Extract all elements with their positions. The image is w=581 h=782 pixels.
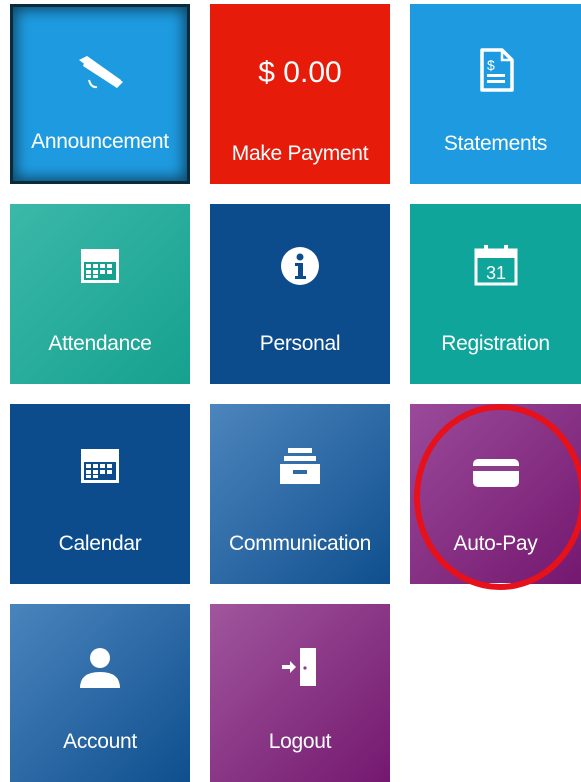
make-payment-tile[interactable]: $ 0.00 Make Payment <box>210 4 390 184</box>
attendance-label: Attendance <box>48 332 152 355</box>
auto-pay-label: Auto-Pay <box>453 532 538 555</box>
make-payment-label: Make Payment <box>231 142 369 165</box>
calendar-31-icon: 31 <box>410 244 581 286</box>
registration-label: Registration <box>441 332 550 355</box>
communication-tile[interactable]: Communication <box>210 404 390 584</box>
credit-card-icon <box>410 458 581 488</box>
personal-label: Personal <box>259 332 341 355</box>
svg-text:31: 31 <box>485 263 505 283</box>
personal-tile[interactable]: Personal <box>210 204 390 384</box>
inbox-tray-icon <box>210 446 390 486</box>
megaphone-icon <box>10 54 190 94</box>
announcement-tile[interactable]: Announcement <box>10 4 190 184</box>
attendance-tile[interactable]: Attendance <box>10 204 190 384</box>
calendar-grid-icon <box>10 248 190 284</box>
door-exit-icon <box>210 646 390 688</box>
logout-label: Logout <box>268 730 332 753</box>
svg-text:$: $ <box>487 57 495 73</box>
account-tile[interactable]: Account <box>10 604 190 782</box>
logout-tile[interactable]: Logout <box>210 604 390 782</box>
calendar-label: Calendar <box>58 532 142 555</box>
announcement-label: Announcement <box>31 130 169 153</box>
info-icon <box>210 246 390 286</box>
calendar-tile[interactable]: Calendar <box>10 404 190 584</box>
communication-label: Communication <box>229 532 371 555</box>
account-label: Account <box>63 730 137 753</box>
user-icon <box>10 646 190 690</box>
statements-label: Statements <box>443 132 548 155</box>
calendar-grid-icon <box>10 448 190 484</box>
payment-amount: $ 0.00 <box>258 56 342 89</box>
document-dollar-icon: $ <box>410 48 581 92</box>
registration-tile[interactable]: 31 Registration <box>410 204 581 384</box>
statements-tile[interactable]: $ Statements <box>410 4 581 184</box>
decorative-dash <box>489 583 511 585</box>
auto-pay-tile[interactable]: Auto-Pay <box>410 404 581 584</box>
